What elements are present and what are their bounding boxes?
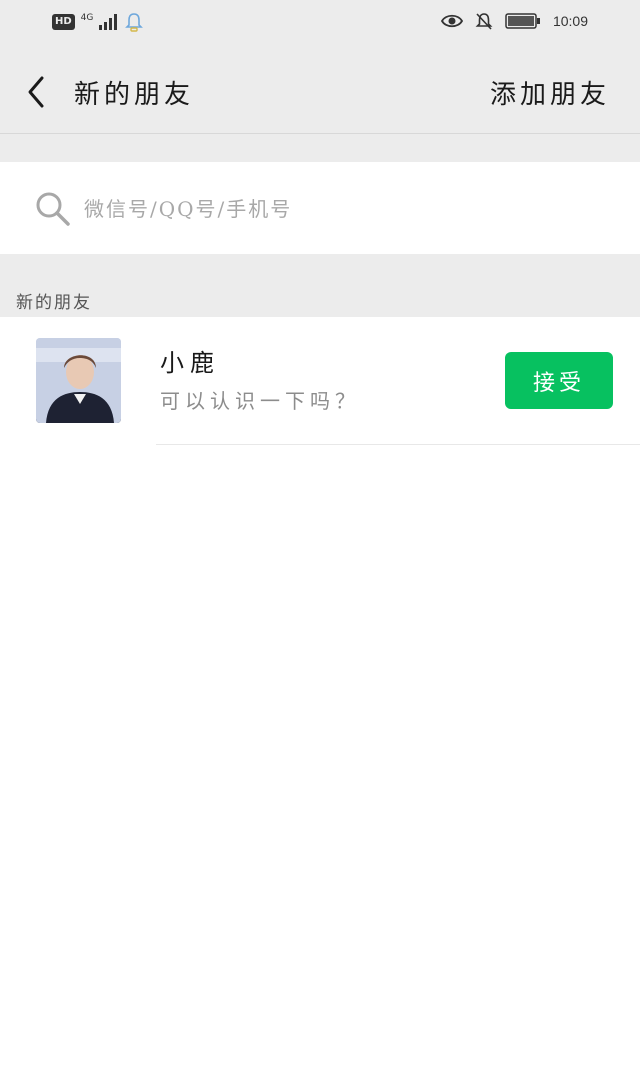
signal-icon — [99, 14, 118, 30]
friend-name: 小鹿 — [160, 349, 220, 377]
chevron-left-icon — [28, 76, 44, 108]
network-type: 4G — [80, 13, 94, 23]
search-icon — [36, 192, 70, 226]
nav-bar: 新的朋友 添加朋友 — [0, 48, 640, 134]
divider — [156, 444, 640, 445]
hd-indicator: HD — [52, 14, 75, 30]
back-button[interactable] — [20, 72, 56, 112]
status-bar: HD 4G 10:09 — [0, 0, 640, 48]
friend-message: 可以认识一下吗？ — [160, 389, 360, 413]
status-right: 10:09 — [440, 12, 588, 30]
clock: 10:09 — [552, 13, 588, 29]
notification-bell-icon — [125, 13, 144, 32]
avatar-photo — [36, 338, 121, 423]
status-left: HD 4G — [52, 12, 144, 32]
page-title: 新的朋友 — [74, 80, 195, 110]
battery-icon — [505, 13, 540, 29]
mute-bell-icon — [475, 13, 493, 30]
accept-button[interactable]: 接受 — [505, 352, 613, 409]
search-bar[interactable] — [0, 162, 640, 254]
section-header: 新的朋友 — [0, 254, 640, 317]
eye-comfort-icon — [440, 14, 463, 28]
friend-request-row[interactable]: 小鹿 可以认识一下吗？ 接受 — [0, 317, 640, 445]
avatar[interactable] — [36, 338, 121, 423]
section-label: 新的朋友 — [16, 293, 92, 313]
section-gap — [0, 134, 640, 162]
add-friend-button[interactable]: 添加朋友 — [490, 74, 610, 111]
search-input[interactable] — [84, 192, 584, 226]
